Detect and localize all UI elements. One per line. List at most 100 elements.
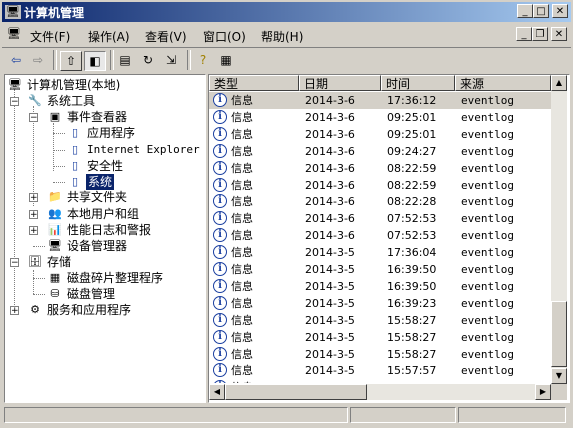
info-icon: i	[213, 160, 227, 175]
cell-source: eventlog	[461, 110, 514, 124]
menu-help[interactable]: 帮助(H)	[261, 28, 303, 45]
table-row[interactable]: i 信息 2014-3-6 08:22:59 eventlog	[209, 160, 551, 177]
cell-time: 17:36:04	[387, 246, 437, 260]
table-row[interactable]: i 信息 2014-3-6 07:52:53 eventlog	[209, 210, 551, 227]
window-title: 计算机管理	[24, 6, 85, 20]
table-row[interactable]: i 信息 2014-3-6 17:36:12 eventlog	[209, 92, 551, 109]
cell-date: 2014-3-5	[305, 313, 355, 327]
column-header-source[interactable]: 来源	[455, 75, 551, 91]
table-row[interactable]: i 信息 2014-3-6 07:52:53 eventlog	[209, 227, 551, 244]
scroll-down-button[interactable]: ▼	[551, 368, 567, 384]
properties-icon[interactable]: ▤	[115, 51, 135, 69]
back-arrow-icon[interactable]: ⇦	[6, 51, 26, 69]
table-row[interactable]: i 信息 2014-3-6 08:22:59 eventlog	[209, 177, 551, 194]
column-header-type[interactable]: 类型	[209, 75, 299, 91]
info-icon: i	[213, 177, 227, 192]
show-hide-tree-icon[interactable]: ◧	[84, 51, 106, 71]
cell-source: eventlog	[461, 127, 514, 141]
scroll-left-button[interactable]: ◀	[209, 384, 225, 400]
computer-icon: 🖥	[8, 78, 22, 91]
status-panel-main	[4, 407, 348, 423]
menu-view[interactable]: 查看(V)	[145, 28, 187, 45]
table-row[interactable]: i 信息 2014-3-5 15:57:57 eventlog	[209, 362, 551, 379]
tree-shared-folders-label: 共享文件夹	[67, 190, 128, 204]
collapse-event-viewer[interactable]: −	[29, 113, 38, 123]
scroll-thumb[interactable]	[551, 301, 567, 367]
cell-date: 2014-3-6	[305, 212, 355, 226]
vertical-scrollbar[interactable]: ▲ ▼	[551, 75, 567, 384]
column-header-time[interactable]: 时间	[381, 75, 455, 91]
cell-time: 16:39:23	[387, 296, 437, 310]
menu-file[interactable]: 文件(F)	[30, 28, 70, 45]
menu-bar: 🖥 文件(F) 操作(A) 查看(V) 窗口(O) 帮助(H) _ ❐ ✕	[2, 24, 571, 46]
up-level-icon[interactable]: ⇧	[60, 51, 82, 71]
table-row[interactable]: i 信息 2014-3-5 15:58:27 eventlog	[209, 329, 551, 346]
horizontal-scroll-thumb[interactable]	[225, 384, 367, 400]
table-row[interactable]: i 信息 2014-3-5 16:39:50 eventlog	[209, 261, 551, 278]
help-icon[interactable]: ?	[193, 51, 213, 69]
cell-source: eventlog	[461, 195, 514, 209]
expand-local-users[interactable]: +	[29, 210, 38, 220]
refresh-icon[interactable]: ↻	[138, 51, 158, 69]
table-row[interactable]: i 信息 2014-3-6 08:22:28 eventlog	[209, 193, 551, 210]
close-button[interactable]: ✕	[552, 4, 568, 18]
console-tree[interactable]: 🖥 计算机管理(本地) − 🔧 系统工具 − ▣ 事件查看器 ▯ 应用程序 ▯ …	[4, 74, 206, 403]
status-panel-2	[350, 407, 456, 423]
table-row[interactable]: i 信息	[209, 379, 551, 383]
info-icon: i	[213, 109, 227, 124]
column-header-date[interactable]: 日期	[299, 75, 381, 91]
expand-services[interactable]: +	[10, 306, 19, 316]
cell-date: 2014-3-6	[305, 94, 355, 107]
child-minimize-button[interactable]: _	[516, 27, 532, 41]
tree-local-users-label: 本地用户和组	[67, 207, 140, 221]
menu-action[interactable]: 操作(A)	[88, 28, 130, 45]
cell-type: 信息	[231, 263, 253, 276]
cell-type: 信息	[231, 296, 253, 310]
app-menu-icon[interactable]: 🖥	[6, 27, 22, 41]
users-icon: 👥	[48, 207, 62, 220]
cell-time: 16:39:50	[387, 263, 437, 276]
scroll-up-button[interactable]: ▲	[551, 75, 567, 91]
maximize-button[interactable]: □	[533, 4, 549, 18]
show-action-pane-icon[interactable]: ▦	[216, 51, 236, 69]
minimize-button[interactable]: _	[517, 4, 533, 18]
table-row[interactable]: i 信息 2014-3-6 09:24:27 eventlog	[209, 143, 551, 160]
cell-source: eventlog	[461, 347, 514, 361]
tree-event-viewer-label: 事件查看器	[67, 110, 128, 124]
table-row[interactable]: i 信息 2014-3-5 16:39:50 eventlog	[209, 278, 551, 295]
cell-type: 信息	[231, 246, 253, 260]
cell-type: 信息	[231, 347, 253, 361]
cell-date: 2014-3-6	[305, 110, 355, 124]
cell-date: 2014-3-6	[305, 161, 355, 175]
collapse-storage[interactable]: −	[10, 258, 19, 268]
cell-date: 2014-3-5	[305, 246, 355, 260]
table-row[interactable]: i 信息 2014-3-5 15:58:27 eventlog	[209, 312, 551, 329]
info-icon: i	[213, 312, 227, 327]
tree-perf-logs-label: 性能日志和警报	[67, 223, 152, 237]
horizontal-scrollbar[interactable]: ◀ ▶	[209, 384, 551, 400]
cell-date: 2014-3-5	[305, 347, 355, 361]
expand-shared-folders[interactable]: +	[29, 193, 38, 203]
event-list[interactable]: 类型 日期 时间 来源 i 信息 2014-3-6 17:36:12 eventlog i…	[208, 74, 570, 403]
collapse-system-tools[interactable]: −	[10, 97, 19, 107]
table-row[interactable]: i 信息 2014-3-5 16:39:23 eventlog	[209, 295, 551, 312]
scroll-right-button[interactable]: ▶	[535, 384, 551, 400]
expand-perf-logs[interactable]: +	[29, 226, 38, 236]
table-row[interactable]: i 信息 2014-3-6 09:25:01 eventlog	[209, 126, 551, 143]
export-list-icon[interactable]: ⇲	[161, 51, 181, 69]
menu-window[interactable]: 窗口(O)	[203, 28, 246, 45]
child-restore-button[interactable]: ❐	[532, 27, 548, 41]
defrag-icon: ▦	[49, 271, 61, 284]
child-close-button[interactable]: ✕	[551, 27, 567, 41]
forward-arrow-icon[interactable]: ⇨	[28, 51, 48, 69]
cell-source: eventlog	[461, 330, 514, 344]
table-row[interactable]: i 信息 2014-3-5 17:36:04 eventlog	[209, 244, 551, 261]
computer-management-icon[interactable]: 🖥	[5, 5, 21, 19]
cell-date: 2014-3-5	[305, 364, 355, 378]
cell-date: 2014-3-5	[305, 330, 355, 344]
table-row[interactable]: i 信息 2014-3-6 09:25:01 eventlog	[209, 109, 551, 126]
cell-type: 信息	[231, 127, 253, 141]
title-bar[interactable]: 🖥 计算机管理 _ □ ✕	[2, 2, 571, 22]
cell-time: 15:58:27	[387, 313, 437, 327]
table-row[interactable]: i 信息 2014-3-5 15:58:27 eventlog	[209, 346, 551, 363]
